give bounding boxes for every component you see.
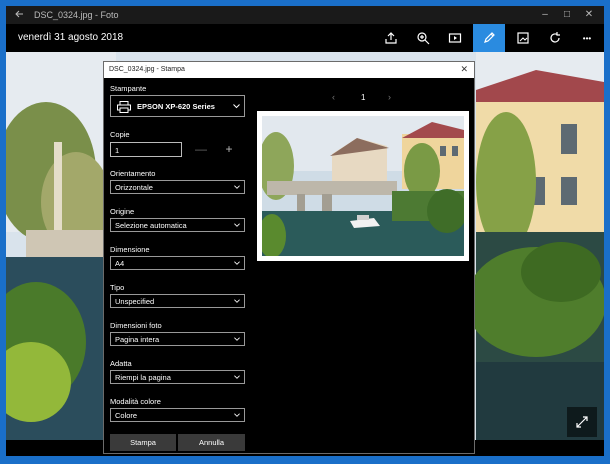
print-dialog: DSC_0324.jpg - Stampa ✕ Stampante EPSON … <box>103 61 475 454</box>
preview-photo <box>262 116 464 256</box>
crop-button[interactable] <box>507 24 539 52</box>
copies-decrement-button[interactable]: — <box>194 141 208 157</box>
source-select[interactable]: Selezione automatica <box>110 218 245 232</box>
zoom-button[interactable] <box>407 24 439 52</box>
rotate-button[interactable] <box>539 24 571 52</box>
share-button[interactable] <box>375 24 407 52</box>
source-value: Selezione automatica <box>115 221 187 230</box>
chevron-down-icon <box>234 185 240 189</box>
more-icon: ••• <box>582 33 592 43</box>
color-mode-select[interactable]: Colore <box>110 408 245 422</box>
photo-toolbar: venerdì 31 agosto 2018 ••• <box>6 24 604 52</box>
slideshow-icon <box>448 33 462 43</box>
fit-value: Riempi la pagina <box>115 373 171 382</box>
color-mode-value: Colore <box>115 411 138 420</box>
rotate-icon <box>550 32 560 43</box>
printer-select[interactable]: EPSON XP-620 Series <box>110 95 245 117</box>
copies-input[interactable]: 1 <box>110 142 182 157</box>
chevron-down-icon <box>233 104 240 109</box>
fit-label: Adatta <box>110 359 132 368</box>
print-dialog-titlebar: DSC_0324.jpg - Stampa ✕ <box>104 62 474 78</box>
window-title: DSC_0324.jpg - Foto <box>34 10 119 20</box>
options-scroll-edge <box>104 424 254 430</box>
maximize-button[interactable]: □ <box>556 6 578 24</box>
previous-page-button[interactable]: ‹ <box>332 92 335 102</box>
title-bar: DSC_0324.jpg - Foto – □ ✕ <box>6 6 604 24</box>
type-value: Unspecified <box>115 297 155 306</box>
close-icon[interactable]: ✕ <box>460 64 468 75</box>
copies-increment-button[interactable]: + <box>222 141 236 157</box>
chevron-down-icon <box>234 223 240 227</box>
fullscreen-button[interactable] <box>567 407 597 437</box>
color-mode-label: Modalità colore <box>110 397 161 406</box>
printer-value: EPSON XP-620 Series <box>137 102 215 111</box>
print-preview <box>257 111 469 261</box>
print-button[interactable]: Stampa <box>110 434 176 451</box>
type-label: Tipo <box>110 283 125 292</box>
close-window-button[interactable]: ✕ <box>578 6 600 24</box>
expand-icon <box>576 416 588 428</box>
slideshow-button[interactable] <box>439 24 471 52</box>
photo-size-select[interactable]: Pagina intera <box>110 332 245 346</box>
photo-date: venerdì 31 agosto 2018 <box>18 32 124 43</box>
photo-size-label: Dimensioni foto <box>110 321 162 330</box>
copies-value: 1 <box>115 146 120 155</box>
source-label: Origine <box>110 207 135 216</box>
size-label: Dimensione <box>110 245 150 254</box>
chevron-down-icon <box>234 337 240 341</box>
chevron-down-icon <box>234 261 240 265</box>
minimize-button[interactable]: – <box>534 6 556 24</box>
printer-label: Stampante <box>110 84 147 93</box>
edit-draw-button[interactable] <box>473 24 505 52</box>
share-icon <box>385 32 397 44</box>
page-number: 1 <box>361 93 366 102</box>
size-value: A4 <box>115 259 125 268</box>
zoom-icon <box>417 32 430 45</box>
next-page-button[interactable]: › <box>388 92 391 102</box>
orientation-value: Orizzontale <box>115 183 153 192</box>
print-dialog-title: DSC_0324.jpg - Stampa <box>109 66 185 73</box>
printer-icon <box>117 100 131 118</box>
cancel-button[interactable]: Annulla <box>178 434 245 451</box>
photo-size-value: Pagina intera <box>115 335 160 344</box>
chevron-down-icon <box>234 375 240 379</box>
edit-icon <box>484 32 495 43</box>
back-arrow-icon[interactable] <box>14 9 24 21</box>
size-select[interactable]: A4 <box>110 256 245 270</box>
fit-select[interactable]: Riempi la pagina <box>110 370 245 384</box>
orientation-label: Orientamento <box>110 169 156 178</box>
orientation-select[interactable]: Orizzontale <box>110 180 245 194</box>
copies-label: Copie <box>110 130 130 139</box>
type-select[interactable]: Unspecified <box>110 294 245 308</box>
chevron-down-icon <box>234 299 240 303</box>
crop-icon <box>517 32 529 44</box>
more-button[interactable]: ••• <box>571 24 603 52</box>
chevron-down-icon <box>234 413 240 417</box>
